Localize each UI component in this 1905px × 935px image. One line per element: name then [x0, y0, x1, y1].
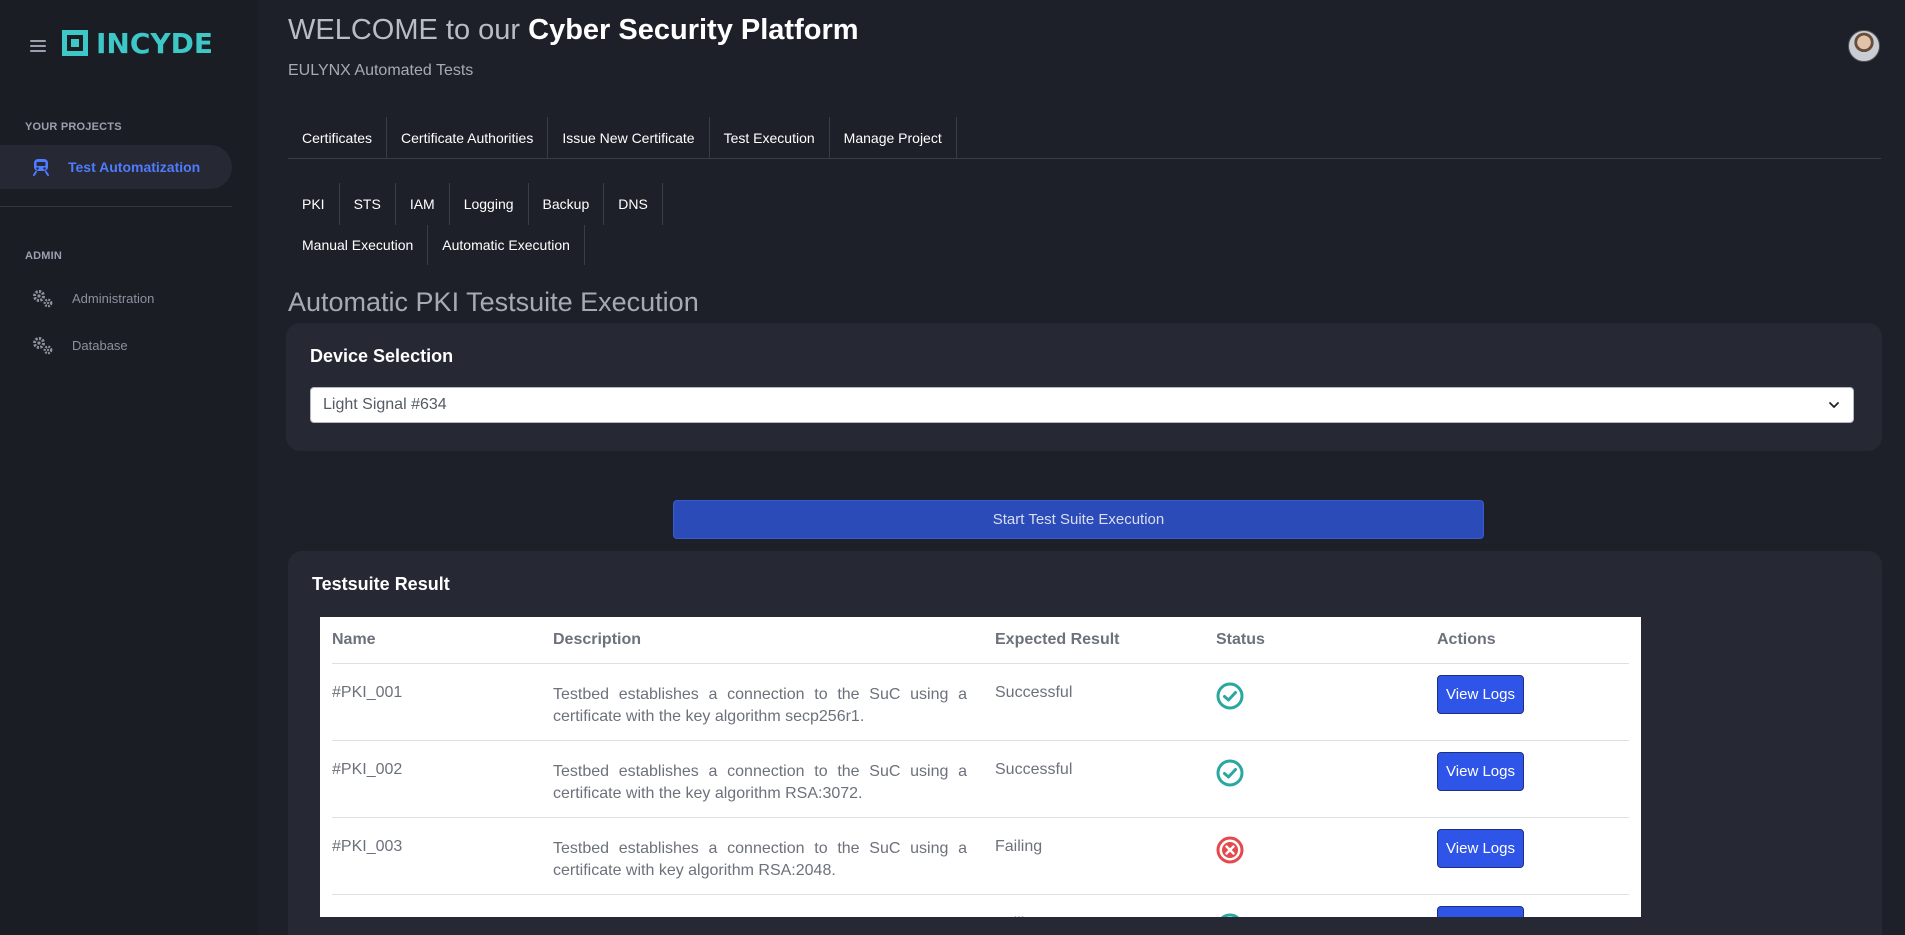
table-header-row: Name Description Expected Result Status … — [332, 617, 1629, 664]
sidebar-item-administration[interactable]: Administration — [32, 288, 154, 308]
column-header-name: Name — [332, 617, 553, 664]
cell-description: Testbed establishes a connection to the … — [553, 817, 995, 895]
cell-expected: Failing — [995, 817, 1216, 895]
testsuite-result-card: Testsuite Result Name Description Expect… — [288, 551, 1882, 935]
sidebar-item-label: Administration — [72, 290, 155, 306]
menu-icon[interactable] — [30, 40, 46, 52]
cell-expected: Failing — [995, 894, 1216, 917]
cell-expected: Successful — [995, 663, 1216, 741]
tab-backup[interactable]: Backup — [529, 183, 605, 225]
view-logs-button[interactable]: View Logs — [1437, 751, 1524, 791]
cell-status — [1216, 894, 1437, 917]
table-row: #PKI_003 Testbed establishes a connectio… — [332, 817, 1629, 895]
cell-actions: View Logs — [1437, 894, 1629, 917]
cell-status — [1216, 663, 1437, 741]
sidebar-item-test-automatization[interactable]: Test Automatization — [0, 145, 232, 189]
sidebar-item-label: Database — [72, 337, 128, 353]
page-title: WELCOME to our Cyber Security Platform — [288, 14, 859, 47]
cell-status — [1216, 817, 1437, 895]
sidebar: INCYDE YOUR PROJECTS Test Automatization… — [0, 0, 258, 935]
tab-automatic-execution[interactable]: Automatic Execution — [428, 225, 585, 265]
sidebar-item-label: Test Automatization — [68, 159, 201, 175]
gear-icon — [32, 335, 54, 355]
testsuite-result-title: Testsuite Result — [312, 574, 450, 594]
view-logs-button[interactable]: View Logs — [1437, 905, 1524, 917]
tab-test-execution[interactable]: Test Execution — [710, 117, 830, 159]
tab-certificate-authorities[interactable]: Certificate Authorities — [387, 117, 549, 159]
chevron-down-icon — [1827, 398, 1841, 417]
view-logs-button[interactable]: View Logs — [1437, 674, 1524, 714]
device-select[interactable]: Light Signal #634 — [310, 387, 1854, 423]
admin-heading: ADMIN — [25, 250, 63, 262]
results-table: Name Description Expected Result Status … — [332, 617, 1629, 917]
logo-mark-icon — [62, 30, 88, 56]
main-tabs: Certificates Certificate Authorities Iss… — [288, 117, 957, 159]
column-header-status: Status — [1216, 617, 1437, 664]
avatar[interactable] — [1848, 30, 1880, 62]
train-icon — [32, 158, 50, 176]
tabs-divider — [288, 158, 1881, 159]
column-header-expected-result: Expected Result — [995, 617, 1216, 664]
cell-status — [1216, 740, 1437, 818]
tab-issue-new-certificate[interactable]: Issue New Certificate — [548, 117, 710, 159]
sidebar-item-database[interactable]: Database — [32, 335, 128, 355]
cell-description: Testbed establishes a connection to the … — [553, 663, 995, 741]
tab-certificates[interactable]: Certificates — [288, 117, 388, 159]
column-header-actions: Actions — [1437, 617, 1629, 664]
cell-actions: View Logs — [1437, 817, 1629, 895]
logo[interactable]: INCYDE — [62, 26, 214, 60]
x-circle-icon — [1216, 836, 1437, 864]
cell-actions: View Logs — [1437, 740, 1629, 818]
projects-heading: YOUR PROJECTS — [25, 121, 122, 133]
check-circle-icon — [1216, 682, 1437, 710]
table-row: #PKI_001 Testbed establishes a connectio… — [332, 663, 1629, 741]
cell-name: #PKI_002 — [332, 740, 553, 818]
section-title: Automatic PKI Testsuite Execution — [288, 287, 699, 317]
category-tabs: PKI STS IAM Logging Backup DNS — [288, 183, 663, 225]
cell-description: Testbed establishes a connection to the … — [553, 740, 995, 818]
cell-name: #PKI_004 — [332, 894, 553, 917]
execution-tabs: Manual Execution Automatic Execution — [288, 225, 585, 265]
device-selection-title: Device Selection — [310, 346, 454, 366]
table-row: #PKI_004 Testbed establishes a connectio… — [332, 894, 1629, 917]
cell-name: #PKI_001 — [332, 663, 553, 741]
tab-pki[interactable]: PKI — [288, 183, 340, 225]
cell-actions: View Logs — [1437, 663, 1629, 741]
check-circle-icon — [1216, 913, 1437, 917]
gear-icon — [32, 288, 54, 308]
start-test-suite-button[interactable]: Start Test Suite Execution — [673, 500, 1484, 539]
tab-manual-execution[interactable]: Manual Execution — [288, 225, 429, 265]
table-row: #PKI_002 Testbed establishes a connectio… — [332, 740, 1629, 818]
tab-dns[interactable]: DNS — [604, 183, 663, 225]
logo-text: INCYDE — [96, 26, 214, 60]
cell-name: #PKI_003 — [332, 817, 553, 895]
welcome-highlight: Cyber Security Platform — [528, 14, 859, 46]
page-subtitle: EULYNX Automated Tests — [288, 62, 474, 79]
tab-logging[interactable]: Logging — [450, 183, 529, 225]
welcome-prefix: WELCOME to our — [288, 14, 521, 46]
cell-description: Testbed establishes a connection to the … — [553, 894, 995, 917]
sidebar-divider — [0, 206, 232, 207]
column-header-description: Description — [553, 617, 995, 664]
device-selection-card: Device Selection Light Signal #634 — [286, 323, 1882, 451]
check-circle-icon — [1216, 759, 1437, 787]
results-table-container: Name Description Expected Result Status … — [320, 617, 1641, 917]
tab-iam[interactable]: IAM — [396, 183, 450, 225]
tab-manage-project[interactable]: Manage Project — [830, 117, 957, 159]
device-select-value: Light Signal #634 — [323, 396, 447, 413]
view-logs-button[interactable]: View Logs — [1437, 828, 1524, 868]
cell-expected: Successful — [995, 740, 1216, 818]
tab-sts[interactable]: STS — [340, 183, 396, 225]
